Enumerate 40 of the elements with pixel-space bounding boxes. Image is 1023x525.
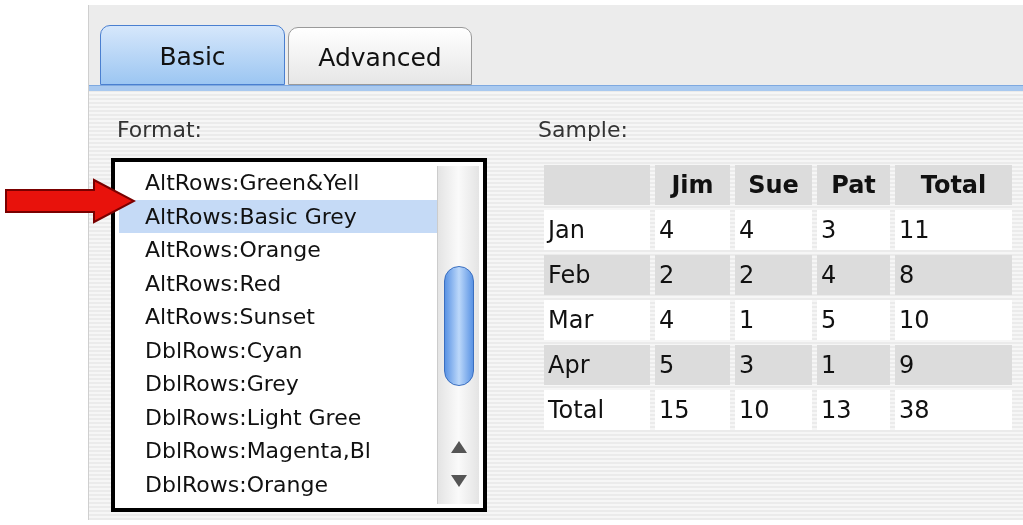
table-cell: 4	[735, 210, 812, 250]
sample-label: Sample:	[538, 116, 629, 144]
table-cell: 3	[817, 210, 890, 250]
scroll-up-icon[interactable]	[449, 440, 468, 454]
table-cell: 2	[655, 255, 730, 295]
arrow-icon	[4, 178, 136, 224]
row-label: Jan	[544, 210, 650, 250]
table-cell: 4	[655, 300, 730, 340]
table-cell: 10	[895, 300, 1012, 340]
table-cell: 13	[817, 390, 890, 430]
scroll-down-icon[interactable]	[449, 474, 468, 488]
table-cell: 1	[817, 345, 890, 385]
table-cell: 15	[655, 390, 730, 430]
row-label: Mar	[544, 300, 650, 340]
table-cell: 3	[735, 345, 812, 385]
table-cell: 38	[895, 390, 1012, 430]
table-cell: 10	[735, 390, 812, 430]
table-cell: 8	[895, 255, 1012, 295]
column-header: Pat	[817, 165, 890, 205]
row-label: Feb	[544, 255, 650, 295]
table-cell: 11	[895, 210, 1012, 250]
tab[interactable]: Basic	[100, 25, 285, 85]
table-cell: 9	[895, 345, 1012, 385]
table-cell: 2	[735, 255, 812, 295]
column-header: Total	[895, 165, 1012, 205]
scrollbar[interactable]	[437, 166, 479, 504]
column-header: Jim	[655, 165, 730, 205]
list-item[interactable]: AltRows:Basic Grey	[119, 199, 437, 233]
table-cell: 5	[817, 300, 890, 340]
table-cell: 1	[735, 300, 812, 340]
row-label: Total	[544, 390, 650, 430]
table-cell: 4	[655, 210, 730, 250]
format-label: Format:	[116, 116, 203, 144]
tab[interactable]: Advanced	[288, 27, 472, 85]
table-cell: 4	[817, 255, 890, 295]
row-label: Apr	[544, 345, 650, 385]
scrollbar-thumb[interactable]	[443, 266, 474, 386]
table-cell: 5	[655, 345, 730, 385]
format-list[interactable]: AltRows:Green&Yell AltRows:Basic Grey AltRows:Orange AltRows:Red AltRows:Sunset DblRows:Cyan DblRows:Grey DblRows:Light Gree DblRows:Magenta,Bl DblRows:Orange	[111, 158, 487, 512]
column-header: Sue	[735, 165, 812, 205]
